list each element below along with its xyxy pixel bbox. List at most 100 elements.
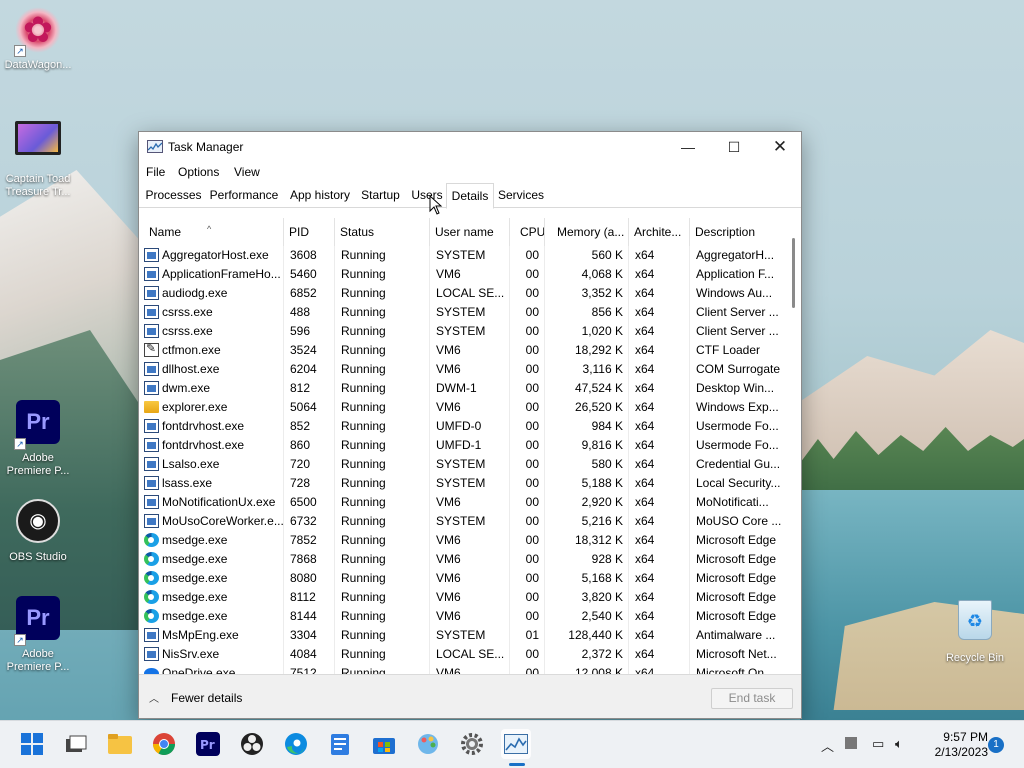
- tab-services[interactable]: Services: [496, 183, 546, 208]
- table-row[interactable]: fontdrvhost.exe 852 Running UMFD-0 00 984 Kx6…: [139, 417, 787, 436]
- menu-options[interactable]: Options: [178, 165, 219, 179]
- column-header-description[interactable]: Description: [690, 218, 787, 246]
- application-icon: [144, 457, 159, 471]
- table-row[interactable]: csrss.exe 488 Running SYSTEM 00 856 Kx64 Clien…: [139, 303, 787, 322]
- notepad-icon[interactable]: [325, 729, 355, 759]
- table-row[interactable]: OneDrive.exe 7512 Running VM6 00 12,008 Kx64 M…: [139, 664, 787, 674]
- cell-status: Running: [335, 455, 430, 474]
- column-header-pid[interactable]: PID: [284, 218, 335, 246]
- close-button[interactable]: ✕: [757, 132, 803, 162]
- application-icon: [144, 324, 159, 338]
- cell-desc: Usermode Fo...: [696, 438, 779, 452]
- cell-name: AggregatorHost.exe: [139, 246, 284, 265]
- table-row[interactable]: msedge.exe 7868 Running VM6 00 928 Kx64 Micros…: [139, 550, 787, 569]
- table-row[interactable]: Lsalso.exe 720 Running SYSTEM 00 580 Kx64 Cred…: [139, 455, 787, 474]
- table-row[interactable]: ApplicationFrameHo... 5460 Running VM6 00 4,0…: [139, 265, 787, 284]
- recycle-bin-icon: ♻: [951, 600, 999, 648]
- column-header-architecture[interactable]: Archite...: [629, 218, 690, 246]
- table-row[interactable]: audiodg.exe 6852 Running LOCAL SE... 00 3,352…: [139, 284, 787, 303]
- table-row[interactable]: MsMpEng.exe 3304 Running SYSTEM 01 128,440 Kx…: [139, 626, 787, 645]
- column-header-cpu[interactable]: CPU: [510, 218, 545, 246]
- chevron-up-icon[interactable]: ︿: [821, 736, 834, 755]
- table-row[interactable]: AggregatorHost.exe 3608 Running SYSTEM 00 560…: [139, 246, 787, 265]
- application-icon: [144, 362, 159, 376]
- table-row[interactable]: msedge.exe 8112 Running VM6 00 3,820 Kx64 Micr…: [139, 588, 787, 607]
- tab-processes[interactable]: Processes: [142, 183, 205, 208]
- file-explorer-icon[interactable]: [105, 729, 135, 759]
- cell-pid: 720: [284, 455, 335, 474]
- desktop-icon-premiere-2[interactable]: Pr ↗ Adobe Premiere P...: [0, 594, 76, 674]
- table-row[interactable]: csrss.exe 596 Running SYSTEM 00 1,020 Kx64 Cli…: [139, 322, 787, 341]
- desktop-icon-datawagon[interactable]: ✿ ↗ DataWagon...: [0, 6, 76, 72]
- table-row[interactable]: NisSrv.exe 4084 Running LOCAL SE... 00 2,372 …: [139, 645, 787, 664]
- tab-performance[interactable]: Performance: [206, 183, 282, 208]
- tray-app-icon[interactable]: [845, 737, 857, 749]
- cell-user: VM6: [430, 531, 510, 550]
- chrome-icon[interactable]: [149, 729, 179, 759]
- column-header-name[interactable]: Name ^: [139, 218, 284, 246]
- task-manager-icon[interactable]: [501, 729, 531, 759]
- scrollbar-thumb[interactable]: [792, 238, 795, 308]
- title-bar[interactable]: Task Manager — ☐ ✕: [139, 132, 801, 162]
- menu-view[interactable]: View: [234, 165, 260, 179]
- network-icon[interactable]: ▭: [872, 736, 884, 752]
- cell-status: Running: [335, 341, 430, 360]
- edge-icon[interactable]: [281, 729, 311, 759]
- table-row[interactable]: dllhost.exe 6204 Running VM6 00 3,116 Kx64 COM…: [139, 360, 787, 379]
- table-row[interactable]: MoUsoCoreWorker.e... 6732 Running SYSTEM 00 5…: [139, 512, 787, 531]
- cell-cpu: 00: [510, 398, 545, 417]
- application-icon: [144, 381, 159, 395]
- table-row[interactable]: msedge.exe 7852 Running VM6 00 18,312 Kx64 Mic…: [139, 531, 787, 550]
- desktop-icon-recycle-bin[interactable]: ♻ Recycle Bin: [937, 596, 1013, 665]
- cell-arch: x64: [629, 322, 690, 341]
- table-row[interactable]: ctfmon.exe 3524 Running VM6 00 18,292 Kx64 CTF…: [139, 341, 787, 360]
- minimize-button[interactable]: —: [665, 132, 711, 162]
- table-row[interactable]: MoNotificationUx.exe 6500 Running VM6 00 2,92…: [139, 493, 787, 512]
- table-row[interactable]: explorer.exe 5064 Running VM6 00 26,520 Kx64 W…: [139, 398, 787, 417]
- cell-name: NisSrv.exe: [139, 645, 284, 664]
- application-icon: [144, 495, 159, 509]
- cell-name: MoNotificationUx.exe: [139, 493, 284, 512]
- start-button[interactable]: [17, 729, 47, 759]
- cell-name: MsMpEng.exe: [139, 626, 284, 645]
- obs-icon[interactable]: [237, 729, 267, 759]
- premiere-icon[interactable]: Pr: [193, 729, 223, 759]
- cell-pid: 6500: [284, 493, 335, 512]
- cell-arch: x64: [629, 246, 690, 265]
- desktop-icon-captain-toad[interactable]: Captain Toad Treasure Tr...: [0, 114, 76, 199]
- cell-desc: AggregatorH...: [696, 248, 775, 262]
- tab-details[interactable]: Details: [446, 183, 494, 209]
- cell-pid: 7512: [284, 664, 335, 674]
- cell-user: VM6: [430, 664, 510, 674]
- menu-file[interactable]: File: [146, 165, 165, 179]
- settings-icon[interactable]: [457, 729, 487, 759]
- column-header-status[interactable]: Status: [335, 218, 430, 246]
- cell-arch: x64: [629, 493, 690, 512]
- notification-badge[interactable]: 1: [988, 737, 1004, 753]
- table-row[interactable]: dwm.exe 812 Running DWM-1 00 47,524 Kx64 Deskt…: [139, 379, 787, 398]
- column-header-memory[interactable]: Memory (a...: [545, 218, 629, 246]
- desktop-icon-label: Recycle Bin: [945, 652, 1005, 664]
- tab-startup[interactable]: Startup: [358, 183, 403, 208]
- cell-desc: CTF Loader: [696, 343, 761, 357]
- store-icon[interactable]: [369, 729, 399, 759]
- clock[interactable]: 9:57 PM 2/13/2023: [918, 730, 988, 760]
- table-row[interactable]: fontdrvhost.exe 860 Running UMFD-1 00 9,816 K…: [139, 436, 787, 455]
- paint-icon[interactable]: [413, 729, 443, 759]
- cell-cpu: 00: [510, 550, 545, 569]
- table-row[interactable]: lsass.exe 728 Running SYSTEM 00 5,188 Kx64 Loc…: [139, 474, 787, 493]
- desktop-icon-obs[interactable]: ◉ OBS Studio: [0, 497, 76, 564]
- cell-desc: MoNotificati...: [696, 495, 769, 509]
- table-row[interactable]: msedge.exe 8080 Running VM6 00 5,168 Kx64 Micr…: [139, 569, 787, 588]
- table-row[interactable]: msedge.exe 8144 Running VM6 00 2,540 Kx64 Micr…: [139, 607, 787, 626]
- task-view-icon[interactable]: [61, 729, 91, 759]
- cell-arch: x64: [629, 303, 690, 322]
- column-header-user-name[interactable]: User name: [430, 218, 510, 246]
- volume-icon[interactable]: 🔈︎: [895, 736, 903, 752]
- maximize-button[interactable]: ☐: [711, 132, 757, 162]
- end-task-button[interactable]: End task: [711, 688, 793, 709]
- tab-app-history[interactable]: App history: [284, 183, 356, 208]
- desktop-icon-premiere-1[interactable]: Pr ↗ Adobe Premiere P...: [0, 398, 76, 478]
- fewer-details-button[interactable]: ︿ Fewer details: [149, 690, 242, 705]
- vertical-scrollbar[interactable]: [787, 218, 801, 674]
